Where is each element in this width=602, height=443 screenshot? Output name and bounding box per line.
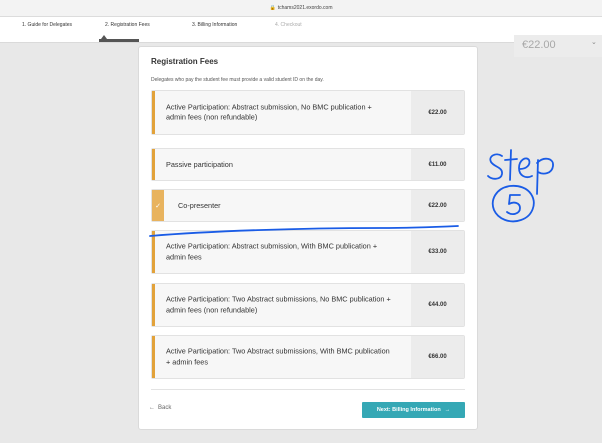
back-button[interactable]: ← Back <box>149 405 171 411</box>
fee-option-label: Active Participation: Two Abstract submi… <box>166 346 390 367</box>
fee-option-price: €66.00 <box>411 336 464 378</box>
back-label: Back <box>158 405 172 411</box>
next-billing-information-button[interactable]: Next: Billing Information → <box>362 402 465 418</box>
fee-option-label: Active Participation: Two Abstract submi… <box>166 294 391 315</box>
checkmark-icon: ✓ <box>152 190 164 221</box>
browser-address-bar[interactable]: 🔒 tchams2021.exordo.com <box>0 0 602 17</box>
option-accent <box>152 284 155 326</box>
step-guide-for-delegates[interactable]: 1. Guide for Delegates <box>22 22 72 28</box>
fee-option-label: Active Participation: Abstract submissio… <box>166 241 378 262</box>
student-fee-note: Delegates who pay the student fee must p… <box>151 77 324 83</box>
fee-option-price: €33.00 <box>411 231 464 273</box>
card-title: Registration Fees <box>151 57 219 66</box>
fee-option-price: €22.00 <box>411 91 464 134</box>
checkout-steps-bar: 1. Guide for Delegates 2. Registration F… <box>0 17 602 57</box>
lock-icon: 🔒 <box>269 5 276 11</box>
step-checkout: 4. Checkout <box>275 22 302 28</box>
fee-option-label: Passive participation <box>166 159 233 169</box>
fee-option-two-abstracts-with-bmc[interactable]: Active Participation: Two Abstract submi… <box>151 335 465 379</box>
card-divider <box>151 389 465 390</box>
arrow-left-icon: ← <box>149 405 155 411</box>
fee-option-price: €22.00 <box>411 190 464 221</box>
option-accent <box>152 91 155 134</box>
option-accent <box>152 336 155 378</box>
option-accent <box>152 149 155 180</box>
fee-option-label: Active Participation: Abstract submissio… <box>166 102 372 122</box>
step-registration-fees[interactable]: 2. Registration Fees <box>105 22 150 28</box>
fee-option-price: €44.00 <box>411 284 464 326</box>
step-billing-information[interactable]: 3. Billing Information <box>192 22 237 28</box>
chevron-down-icon: ⌄ <box>591 39 597 46</box>
fee-option-two-abstracts-no-bmc[interactable]: Active Participation: Two Abstract submi… <box>151 283 465 327</box>
circled-number-drawing <box>491 184 535 223</box>
fee-option-active-no-bmc[interactable]: Active Participation: Abstract submissio… <box>151 90 465 135</box>
arrow-right-icon: → <box>444 407 451 413</box>
fee-option-label: Co-presenter <box>178 200 221 210</box>
price-summary-dropdown[interactable]: €22.00 ⌄ <box>514 35 602 57</box>
next-label: Next: Billing Information <box>376 407 441 413</box>
summary-total: €22.00 <box>522 39 556 51</box>
fee-option-passive[interactable]: Passive participation €11.00 <box>151 148 465 181</box>
fee-option-price: €11.00 <box>411 149 464 180</box>
url-text: tchams2021.exordo.com <box>277 5 333 11</box>
active-step-indicator <box>99 39 139 42</box>
registration-fees-card: Registration Fees Delegates who pay the … <box>138 46 478 430</box>
fee-option-co-presenter[interactable]: ✓ Co-presenter €22.00 <box>151 189 465 222</box>
fee-option-active-with-bmc[interactable]: Active Participation: Abstract submissio… <box>151 230 465 274</box>
option-accent <box>152 231 155 273</box>
step-word-drawing <box>487 149 554 195</box>
